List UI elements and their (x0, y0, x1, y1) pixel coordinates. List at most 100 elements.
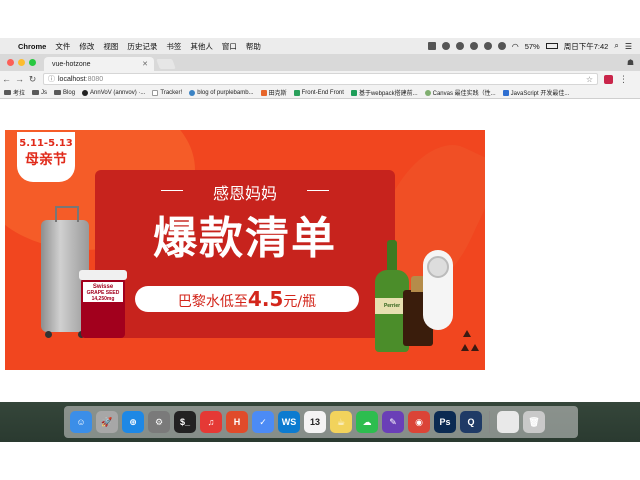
bookmarks-bar: 考拉 Js Blog AnnVoV (annvov) ·... Tracker!… (0, 87, 640, 99)
date-badge: 5.11-5.13 母亲节 (17, 132, 75, 182)
site-icon (293, 89, 300, 96)
zoom-window-button[interactable] (29, 59, 36, 66)
menu-help[interactable]: 帮助 (246, 41, 261, 52)
bookmark-item[interactable]: blog of purplebamb... (189, 89, 254, 96)
calendar-icon[interactable]: 13 (304, 411, 326, 433)
extension-icon[interactable] (604, 74, 613, 84)
bookmark-item[interactable]: Blog (54, 90, 75, 96)
bookmark-star-icon[interactable]: ☆ (586, 75, 593, 84)
bookmark-item[interactable]: 考拉 (4, 88, 25, 97)
site-icon (260, 89, 267, 96)
profile-icon[interactable]: ☗ (627, 58, 634, 67)
menu-window[interactable]: 窗口 (222, 41, 237, 52)
menu-file[interactable]: 文件 (55, 41, 70, 52)
date-range: 5.11-5.13 (19, 138, 73, 149)
price-value: 4.5 (247, 287, 284, 311)
forward-icon[interactable]: → (13, 74, 26, 84)
photoshop-icon[interactable]: Ps (434, 411, 456, 433)
notification-center-icon[interactable]: ☰ (625, 42, 632, 51)
triangle-icon (461, 344, 469, 351)
menu-view[interactable]: 视图 (103, 41, 118, 52)
bookmark-item[interactable]: Canvas 最佳实践（性... (424, 88, 496, 97)
site-icon (502, 89, 509, 96)
ghost-tray-icon[interactable] (497, 42, 506, 50)
check-app-icon[interactable]: ✓ (252, 411, 274, 433)
bookmark-label: Blog (63, 89, 76, 96)
record-tray-icon[interactable] (455, 42, 464, 50)
promo-banner[interactable]: 5.11-5.13 母亲节 感恩妈妈 爆款清单 Swisse GRAPE SEE… (5, 130, 485, 370)
bookmark-label: 田克斯 (268, 91, 287, 97)
safari-icon[interactable]: ⊕ (122, 411, 144, 433)
globe-icon (189, 89, 196, 96)
bookmark-label: Canvas 最佳实践（性... (432, 91, 496, 97)
feather-app-icon[interactable]: ✎ (382, 411, 404, 433)
menu-edit[interactable]: 修改 (79, 41, 94, 52)
chrome-menu-icon[interactable]: ⋮ (619, 74, 628, 85)
close-window-button[interactable] (7, 59, 14, 66)
battery-percent[interactable]: 57% (525, 42, 540, 51)
bookmark-label: Tracker! (160, 89, 183, 96)
jar-dose: 14,250mg (91, 296, 115, 302)
clock[interactable]: 周日下午7:42 (564, 41, 609, 52)
bookmark-item[interactable]: 田克斯 (260, 88, 287, 97)
trash-icon[interactable]: 🗑 (523, 411, 545, 433)
github-icon (82, 89, 89, 96)
wechat-icon[interactable]: ☁ (356, 411, 378, 433)
spotlight-icon[interactable]: ⌕ (614, 41, 618, 51)
notes-icon[interactable]: ☕ (330, 411, 352, 433)
minimize-window-button[interactable] (18, 59, 25, 66)
bookmark-item[interactable]: Front-End Front (293, 89, 344, 96)
bookmark-item[interactable]: 基于webpack搭建前... (350, 88, 418, 97)
menu-people[interactable]: 其他人 (190, 41, 213, 52)
bookmark-item[interactable]: Js (32, 90, 47, 96)
system-preferences-icon[interactable]: ⚙ (148, 411, 170, 433)
bookmark-label: Front-End Front (301, 89, 344, 96)
back-icon[interactable]: ← (0, 74, 13, 84)
beauty-device-image[interactable] (423, 250, 453, 330)
macos-menu-bar: Chrome 文件 修改 视图 历史记录 书签 其他人 窗口 帮助 ◠ 57% … (0, 38, 640, 54)
price-prefix: 巴黎水低至 (177, 294, 248, 310)
cloud-tray-icon[interactable] (483, 42, 492, 50)
wechat-tray-icon[interactable] (441, 42, 450, 50)
grape-seed-jar-image[interactable]: Swisse GRAPE SEED 14,250mg (79, 270, 127, 338)
address-bar[interactable]: ⓘ localhost :8080 ☆ (43, 73, 598, 85)
document-icon[interactable] (497, 411, 519, 433)
bookmark-item[interactable]: JavaScript 开发最佳... (502, 88, 569, 97)
site-info-icon[interactable]: ⓘ (48, 74, 55, 84)
bookmark-label: blog of purplebamb... (197, 89, 254, 96)
page-viewport: 5.11-5.13 母亲节 感恩妈妈 爆款清单 Swisse GRAPE SEE… (0, 100, 640, 402)
tray-app-icon[interactable] (427, 42, 436, 50)
finder-icon[interactable]: ☺ (70, 411, 92, 433)
browser-tabstrip: vue-hotzone ✕ ☗ (0, 54, 640, 71)
terminal-icon[interactable]: $_ (174, 411, 196, 433)
quicktime-icon[interactable]: Q (460, 411, 482, 433)
new-tab-button[interactable] (156, 59, 176, 69)
sync-tray-icon[interactable] (469, 42, 478, 50)
folder-icon (54, 90, 62, 95)
bookmark-item[interactable]: AnnVoV (annvov) ·... (82, 89, 145, 96)
chrome-icon[interactable]: ◉ (408, 411, 430, 433)
menu-bookmarks[interactable]: 书签 (166, 41, 181, 52)
banner-subtitle: 感恩妈妈 (161, 180, 329, 204)
close-tab-icon[interactable]: ✕ (142, 60, 148, 68)
macos-dock: ☺ 🚀 ⊕ ⚙ $_ ♫ H ✓ WS 13 ☕ ☁ ✎ ◉ Ps Q 🗑 (64, 406, 578, 438)
site-icon (424, 89, 431, 96)
reload-icon[interactable]: ↻ (26, 74, 39, 85)
menu-app-name[interactable]: Chrome (18, 42, 46, 51)
triangle-icon (463, 330, 471, 337)
wheel-icon (45, 331, 52, 338)
menu-history[interactable]: 历史记录 (127, 41, 157, 52)
webstorm-icon[interactable]: WS (278, 411, 300, 433)
bookmark-label: 考拉 (13, 91, 26, 97)
price-suffix: 元/瓶 (283, 294, 317, 310)
jar-lid (79, 270, 127, 280)
bookmark-label: 基于webpack搭建前... (358, 91, 418, 97)
h-app-icon[interactable]: H (226, 411, 248, 433)
launchpad-icon[interactable]: 🚀 (96, 411, 118, 433)
netease-music-icon[interactable]: ♫ (200, 411, 222, 433)
price-pill[interactable]: 巴黎水低至4.5元/瓶 (135, 286, 359, 312)
bookmark-item[interactable]: Tracker! (152, 89, 183, 96)
battery-icon[interactable] (545, 43, 558, 49)
tab-vue-hotzone[interactable]: vue-hotzone ✕ (44, 57, 154, 71)
wifi-icon[interactable]: ◠ (512, 42, 519, 51)
